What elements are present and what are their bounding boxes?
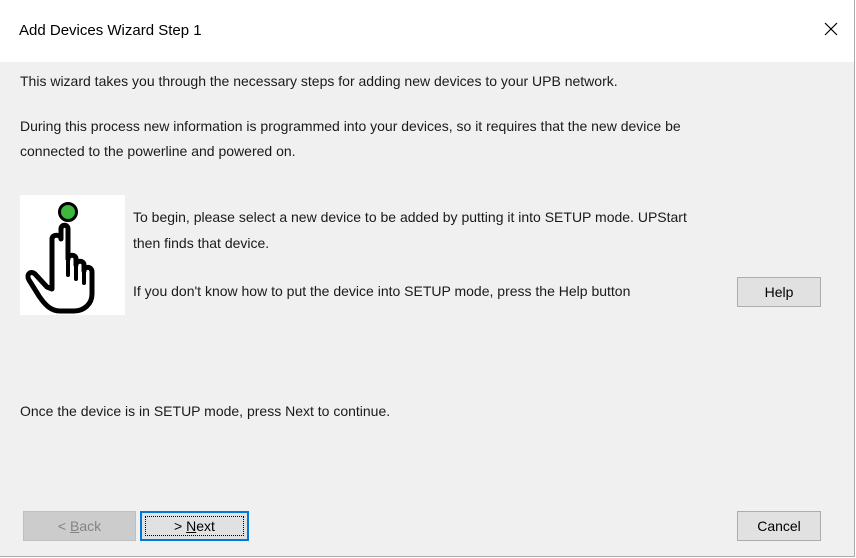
close-button[interactable] [808, 10, 854, 50]
back-button-prefix: < [57, 518, 70, 534]
add-devices-wizard-dialog: Add Devices Wizard Step 1 This wizard ta… [0, 0, 855, 557]
window-title: Add Devices Wizard Step 1 [19, 22, 202, 39]
continue-instruction-text: Once the device is in SETUP mode, press … [20, 403, 391, 419]
focus-ring [145, 516, 244, 536]
intro-text-line-2: During this process new information is p… [20, 118, 681, 134]
back-button-rest: ack [79, 518, 102, 534]
instruction-text-line-1: To begin, please select a new device to … [133, 209, 687, 225]
title-bar: Add Devices Wizard Step 1 [0, 0, 854, 62]
help-button[interactable]: Help [737, 277, 821, 307]
intro-text-line-3: connected to the powerline and powered o… [20, 143, 296, 159]
help-hint-text: If you don't know how to put the device … [133, 283, 631, 299]
hand-pointer-button-icon [20, 195, 125, 315]
cancel-button[interactable]: Cancel [737, 511, 821, 541]
intro-text-line-1: This wizard takes you through the necess… [20, 73, 618, 89]
back-button-mnemonic: B [69, 518, 80, 534]
instruction-text-line-2: then finds that device. [133, 235, 270, 251]
next-button[interactable]: > Next [140, 511, 249, 541]
close-icon [823, 21, 839, 40]
back-button[interactable]: < Back [23, 511, 136, 541]
